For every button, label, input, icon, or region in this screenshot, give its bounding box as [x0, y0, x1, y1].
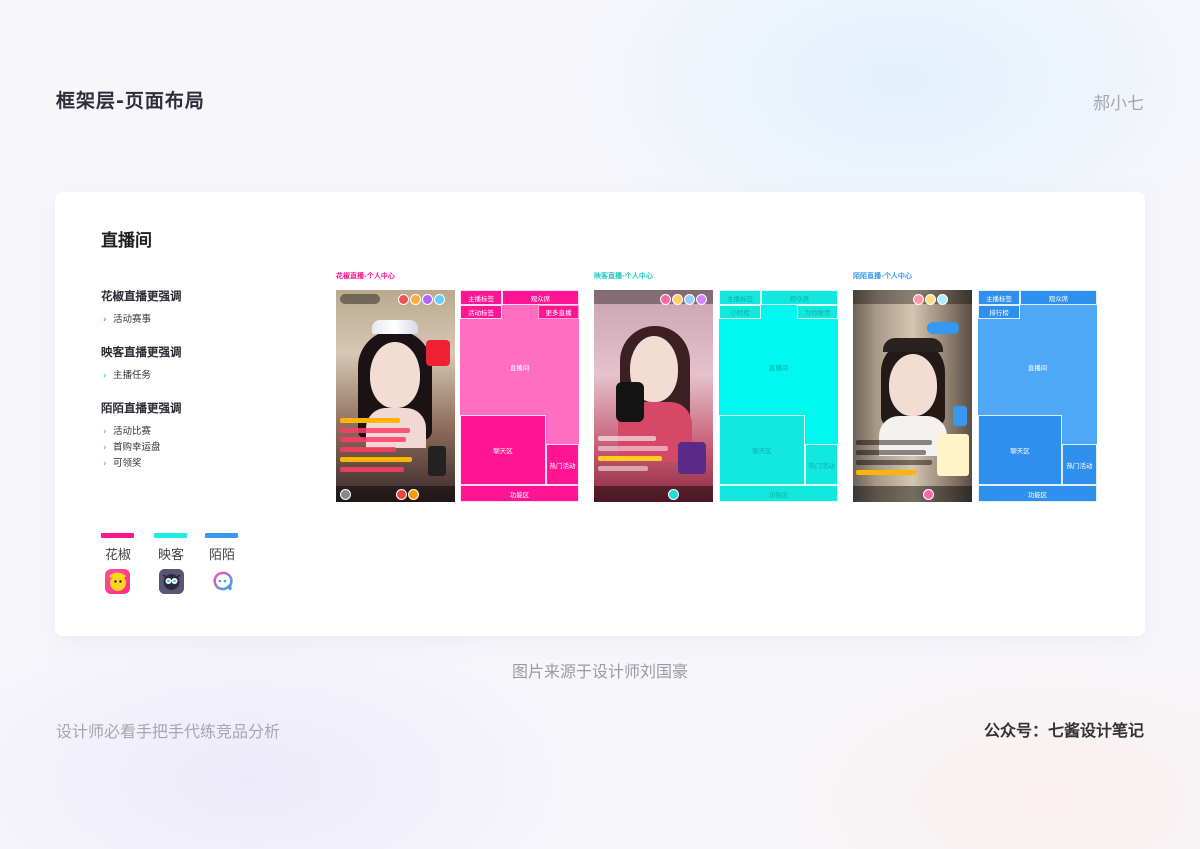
legend-bar-huajiao — [101, 533, 134, 538]
layout-block-live-room: 直播间 — [768, 364, 789, 372]
layout-block-recommend: 为你推荐 — [797, 305, 838, 319]
section-heading-momo: 陌陌直播更强调 — [101, 401, 182, 415]
inke-live-screenshot — [594, 290, 713, 502]
huajiao-layout-diagram: 主播标签 观众席 活动标签 更多直播 直播间 聊天区 热门活动 功能区 — [460, 290, 579, 502]
bullet-item: › 可领奖 — [103, 458, 142, 469]
momo-app-icon — [210, 569, 235, 594]
layout-block-chat: 聊天区 — [719, 415, 805, 485]
layout-block-host-tag: 主播标签 — [978, 290, 1020, 305]
bullet-item: › 主播任务 — [103, 370, 152, 381]
layout-block-audience: 观众席 — [761, 290, 838, 305]
layout-block-hot-event: 热门活动 — [1062, 444, 1097, 485]
card-title: 直播间 — [101, 231, 152, 251]
bullet-item: › 活动比赛 — [103, 426, 152, 437]
legend-bar-momo — [205, 533, 238, 538]
layout-block-chat: 聊天区 — [978, 415, 1062, 485]
layout-block-more-live: 更多直播 — [538, 305, 579, 319]
inke-layout-diagram: 主播标签 观众席 小时榜 为你推荐 直播间 聊天区 热门活动 功能区 — [719, 290, 838, 502]
legend-label-huajiao: 花椒 — [105, 548, 132, 563]
footer-series-title: 设计师必看手把手代练竞品分析 — [56, 722, 281, 741]
layout-block-hot-event: 热门活动 — [805, 444, 838, 485]
bullet-item: › 首购幸运盘 — [103, 442, 161, 453]
layout-block-function: 功能区 — [719, 485, 838, 502]
layout-block-function: 功能区 — [978, 485, 1097, 502]
chevron-right-icon: › — [103, 459, 107, 469]
layout-block-live-room: 直播间 — [1027, 364, 1048, 372]
layout-block-activity-tag: 活动标签 — [460, 305, 502, 319]
layout-block-live-room: 直播间 — [509, 364, 530, 372]
section-heading-inke: 映客直播更强调 — [101, 345, 182, 359]
bullet-item: › 活动赛事 — [103, 314, 152, 325]
layout-block-hourly-rank: 小时榜 — [719, 305, 761, 319]
image-caption: 图片来源于设计师刘国豪 — [511, 662, 688, 681]
legend-bar-inke — [154, 533, 187, 538]
layout-block-rank: 排行榜 — [978, 305, 1020, 319]
content-card: 直播间 花椒直播更强调 › 活动赛事 映客直播更强调 › 主播任务 陌陌直播更强调 … — [55, 192, 1145, 636]
huajiao-live-screenshot — [336, 290, 455, 502]
chevron-right-icon: › — [103, 443, 107, 453]
chevron-right-icon: › — [103, 371, 107, 381]
layout-block-hot-event: 热门活动 — [546, 444, 579, 485]
layout-block-chat: 聊天区 — [460, 415, 546, 485]
legend-label-momo: 陌陌 — [209, 548, 236, 563]
page-title: 框架层-页面布局 — [56, 90, 205, 112]
section-heading-huajiao: 花椒直播更强调 — [101, 289, 182, 303]
chevron-right-icon: › — [103, 427, 107, 437]
layout-block-function: 功能区 — [460, 485, 579, 502]
layout-block-host-tag: 主播标签 — [460, 290, 502, 305]
layout-block-host-tag: 主播标签 — [719, 290, 761, 305]
momo-live-screenshot — [853, 290, 972, 502]
layout-block-audience: 观众席 — [1020, 290, 1097, 305]
footer-account: 公众号：七酱设计笔记 — [983, 721, 1144, 740]
phone-label-huajiao: 花椒直播-个人中心 — [336, 272, 395, 280]
author-name: 郝小七 — [1093, 94, 1144, 114]
phone-label-inke: 映客直播-个人中心 — [594, 272, 653, 280]
huajiao-app-icon — [105, 569, 130, 594]
layout-block-audience: 观众席 — [502, 290, 579, 305]
phone-label-momo: 陌陌直播-个人中心 — [853, 272, 912, 280]
inke-app-icon — [159, 569, 184, 594]
chevron-right-icon: › — [103, 315, 107, 325]
legend-label-inke: 映客 — [158, 548, 185, 563]
momo-layout-diagram: 主播标签 观众席 排行榜 直播间 聊天区 热门活动 功能区 — [978, 290, 1097, 502]
